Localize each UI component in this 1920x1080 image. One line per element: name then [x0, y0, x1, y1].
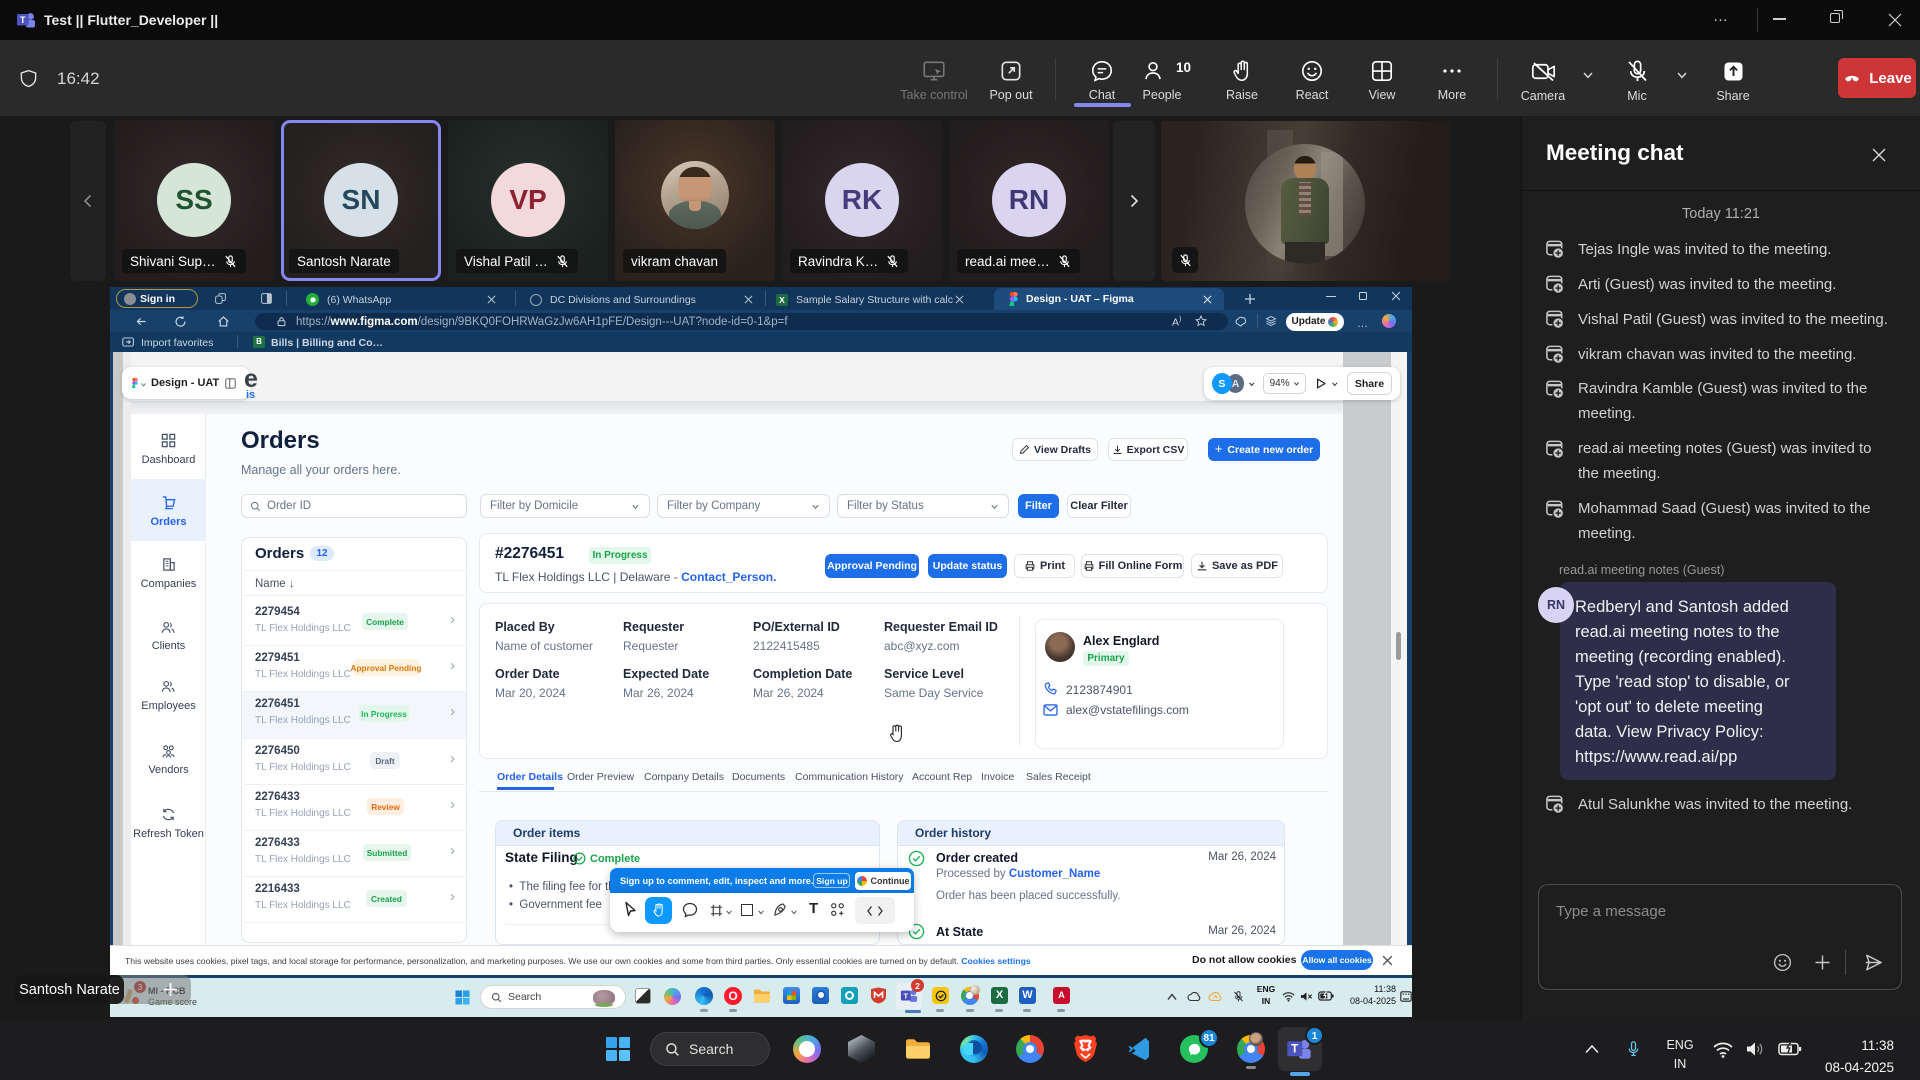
- svg-text:T: T: [20, 15, 26, 25]
- svg-text:T: T: [904, 991, 909, 1000]
- svg-text:T: T: [1291, 1043, 1299, 1056]
